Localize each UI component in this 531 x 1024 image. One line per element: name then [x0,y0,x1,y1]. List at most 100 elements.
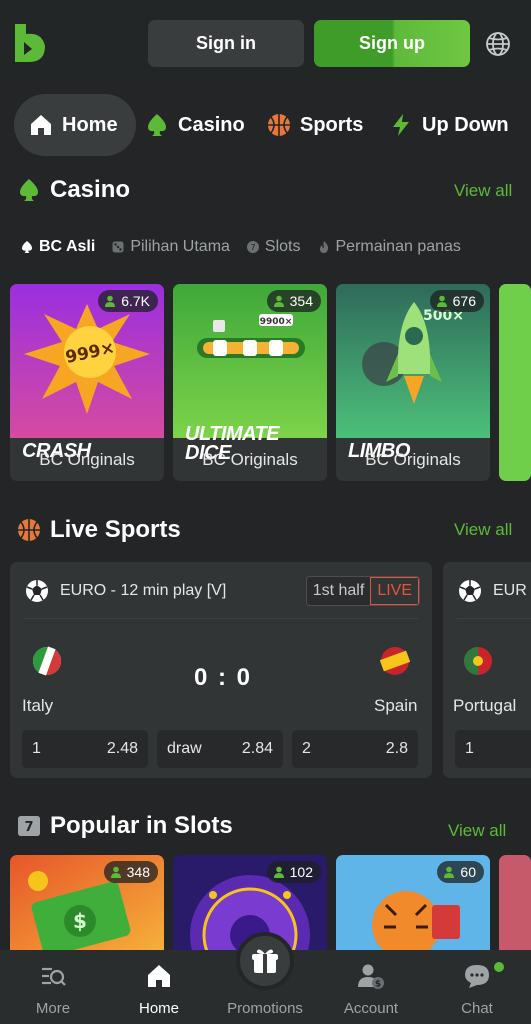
bottom-nav-account[interactable]: $ Account [321,950,421,1024]
slots-icon: 7 [18,816,40,836]
bottom-nav-home[interactable]: Home [109,950,209,1024]
menu-search-icon [42,967,66,986]
topnav-sports-label: Sports [300,113,364,136]
game-card-partial[interactable] [499,284,531,481]
players-count-badge: 676 [429,290,484,312]
user-icon [436,295,447,307]
user-icon [110,866,121,878]
home-icon [148,965,170,987]
match-half: 1st half [306,577,371,605]
card-divider [24,618,418,619]
bottom-nav-more-label: More [35,1000,71,1017]
odds-label: draw [167,740,202,757]
fire-icon [319,241,328,253]
topnav-sports[interactable]: Sports [266,94,363,156]
away-team-name: Spain [374,696,418,715]
slots-section-title: 7 Popular in Slots [16,812,233,840]
odds-button-away[interactable]: 2 2.8 [292,730,418,768]
top-navigation: Home Casino Sports Up Down [0,82,531,168]
bottom-nav-account-label: Account [343,1000,399,1017]
players-count: 60 [460,864,476,880]
game-card-limbo[interactable]: 500× LIMBO 676 BC Originals [336,284,490,481]
dice-multiplier-text: 9900× [260,317,293,327]
odds-label: 1 [32,740,41,757]
sign-in-button[interactable]: Sign in [148,20,304,67]
tab-pilihan-utama[interactable]: Pilihan Utama [111,238,230,256]
promotions-button[interactable] [236,932,294,990]
tab-permainan-panas[interactable]: Permainan panas [317,238,461,256]
user-icon [105,295,116,307]
gift-icon [252,949,278,973]
globe-icon[interactable] [484,30,512,58]
italy-flag-icon [33,646,61,676]
soccer-ball-icon [26,580,48,602]
tab-slots[interactable]: 7 Slots [246,238,301,256]
players-count: 354 [289,293,313,309]
spade-icon [20,179,38,201]
soccer-ball-icon [459,580,481,602]
live-sports-title-text: Live Sports [50,516,181,543]
casino-title-text: Casino [50,176,131,203]
players-count: 676 [452,293,476,309]
spade-icon [148,114,166,136]
odds-value: 2.48 [106,740,138,757]
topnav-casino[interactable]: Casino [144,94,245,156]
odds-value: 2.8 [385,740,408,757]
user-icon [273,866,284,878]
odds-button-home[interactable]: 1 2.48 [22,730,148,768]
odds-button-draw[interactable]: draw 2.84 [157,730,283,768]
tab-pilihan-utama-label: Pilihan Utama [130,238,230,255]
match-header: EUR [457,578,527,604]
svg-text:7: 7 [250,243,255,252]
bottom-nav-home-label: Home [138,1000,179,1017]
casino-view-all-link[interactable]: View all [454,181,512,201]
slot-card-partial[interactable] [499,855,531,955]
card-divider [457,618,531,619]
spade-icon [22,241,32,253]
league-name: EURO - 12 min play [V] [60,582,227,599]
game-card-ultimate-dice[interactable]: 9900× ULTIMATE DICE 354 BC Originals [173,284,327,481]
slots-view-all-link[interactable]: View all [448,821,506,841]
tab-slots-label: Slots [264,238,301,255]
live-sports-section-title: Live Sports [16,516,181,544]
players-count: 348 [126,864,150,880]
slots-title-text: Popular in Slots [50,812,233,839]
account-icon: $ [358,964,384,990]
players-count-badge: 102 [266,861,321,883]
players-count-badge: 354 [266,290,321,312]
lightning-icon [393,114,409,136]
sign-up-button[interactable]: Sign up [314,20,470,67]
live-sports-view-all-link[interactable]: View all [454,520,512,540]
bottom-nav-chat[interactable]: Chat [427,950,527,1024]
game-card-crash[interactable]: 999× CRASH 6.7K BC Originals [10,284,164,481]
players-count: 6.7K [121,293,150,309]
topnav-updown[interactable]: Up Down [388,94,509,156]
tab-permainan-panas-label: Permainan panas [335,238,461,255]
basketball-icon [18,519,40,541]
bc-logo-icon[interactable] [12,22,48,64]
odds-label: 1 [465,740,474,757]
topnav-home-label: Home [62,113,118,136]
players-count: 102 [289,864,313,880]
casino-section-title: Casino [16,176,130,204]
players-count-badge: 348 [103,861,158,883]
odds-button-home[interactable]: 1 [455,730,531,768]
slot-card[interactable]: $ 348 [10,855,164,955]
tab-bc-asli[interactable]: BC Asli [20,238,95,256]
svg-text:$: $ [375,980,381,990]
game-provider-caption: BC Originals [39,449,135,469]
portugal-flag-icon [464,647,492,675]
app-header: Sign in Sign up [0,0,531,82]
odds-value: 2.84 [241,740,273,757]
bottom-nav-promotions-label: Promotions [227,1000,303,1017]
home-icon [31,115,51,135]
topnav-home[interactable]: Home [14,94,136,156]
topnav-casino-label: Casino [178,113,245,136]
chat-online-indicator [492,960,506,974]
dice-icon [112,241,124,253]
slot-card[interactable]: 60 [336,855,490,955]
bottom-nav-more[interactable]: More [3,950,103,1024]
user-icon [444,866,455,878]
spain-flag-icon [380,647,410,675]
chat-icon [465,965,489,988]
